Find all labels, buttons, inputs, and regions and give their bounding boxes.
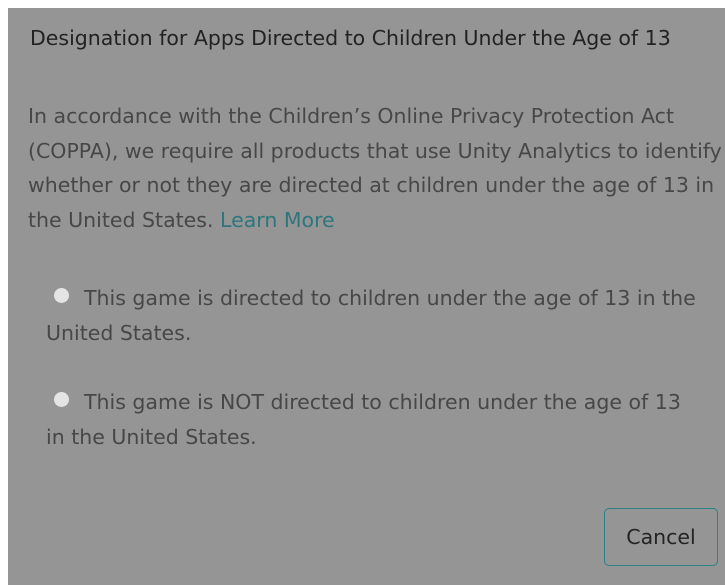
coppa-dialog: Designation for Apps Directed to Childre… <box>8 8 725 585</box>
option-directed-label: This game is directed to children under … <box>46 286 696 345</box>
dialog-description: In accordance with the Children’s Online… <box>28 99 722 237</box>
page: Designation for Apps Directed to Childre… <box>0 0 725 585</box>
cancel-button[interactable]: Cancel <box>604 508 718 566</box>
dialog-title: Designation for Apps Directed to Childre… <box>30 26 671 50</box>
learn-more-link[interactable]: Learn More <box>220 208 335 232</box>
radio-not-directed[interactable] <box>54 392 69 407</box>
option-not-directed-label: This game is NOT directed to children un… <box>46 390 681 449</box>
option-directed[interactable]: This game is directed to children under … <box>46 281 706 351</box>
description-text: In accordance with the Children’s Online… <box>28 104 722 232</box>
option-not-directed[interactable]: This game is NOT directed to children un… <box>46 385 706 455</box>
radio-directed[interactable] <box>54 288 69 303</box>
